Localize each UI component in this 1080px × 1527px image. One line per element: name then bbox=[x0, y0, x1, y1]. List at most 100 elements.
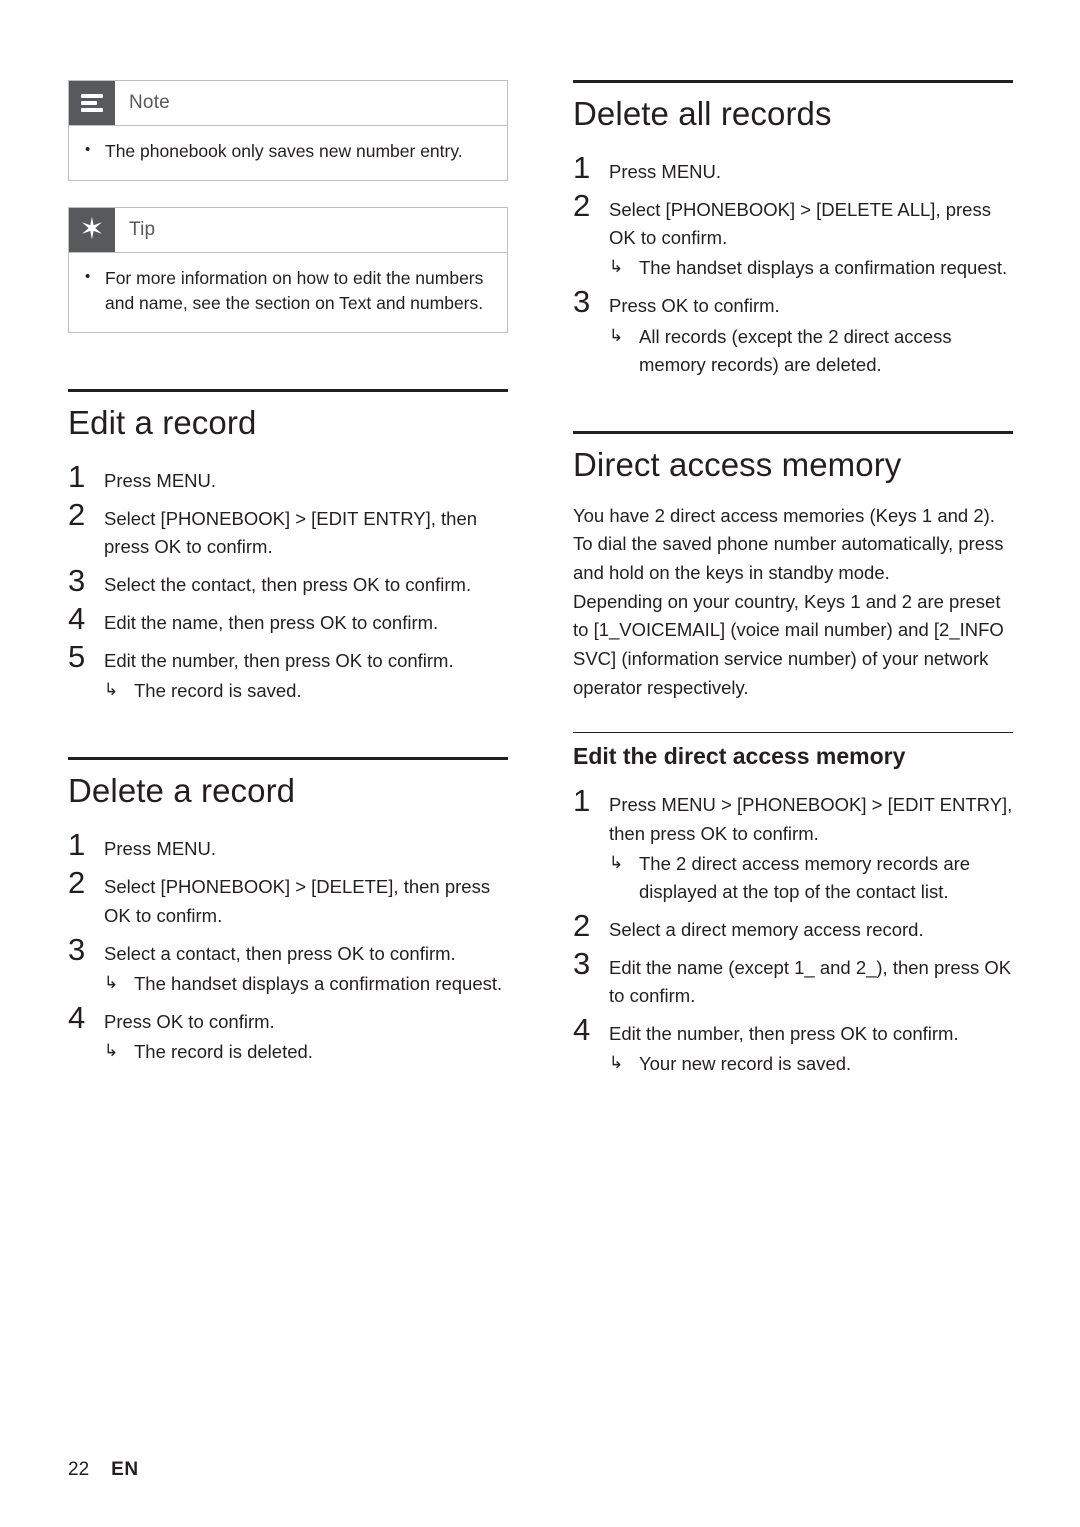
note-bullet-text: The phonebook only saves new number entr… bbox=[105, 141, 463, 161]
step-item: 4 Edit the number, then press OK to conf… bbox=[573, 1013, 1013, 1078]
steps-edit-direct-access-memory: 1 Press MENU > [PHONEBOOK] > [EDIT ENTRY… bbox=[573, 784, 1013, 1078]
step-result: ↳ The handset displays a confirmation re… bbox=[104, 970, 502, 998]
section-title-delete-all-records: Delete all records bbox=[573, 95, 832, 132]
step-number: 4 bbox=[68, 999, 86, 1035]
step-number: 3 bbox=[573, 284, 591, 320]
step-item: 1 Press MENU. bbox=[68, 458, 508, 495]
step-text: Select a contact, then press OK to confi… bbox=[104, 942, 456, 964]
step-result-text: The record is saved. bbox=[134, 680, 302, 702]
step-result-text: The 2 direct access memory records are d… bbox=[639, 852, 971, 902]
step-result-text: The handset displays a confirmation requ… bbox=[639, 257, 1008, 279]
section-delete-a-record: Delete a record 1 Press MENU. 2 Select [… bbox=[68, 757, 508, 1066]
bullet-marker: • bbox=[85, 141, 91, 158]
note-icon bbox=[69, 81, 115, 125]
steps-delete-all-records: 1 Press MENU. 2 Select [PHONEBOOK] > [DE… bbox=[573, 150, 1013, 379]
result-arrow-icon: ↳ bbox=[104, 972, 119, 992]
section-divider bbox=[573, 430, 1013, 434]
step-result: ↳ All records (except the 2 direct acces… bbox=[609, 323, 1013, 379]
step-item: 3 Select a contact, then press OK to con… bbox=[68, 931, 508, 998]
step-text: Select [PHONEBOOK] > [DELETE], then pres… bbox=[104, 876, 491, 926]
manual-page: Note • The phonebook only saves new numb… bbox=[0, 0, 1080, 1527]
step-item: 5 Edit the number, then press OK to conf… bbox=[68, 640, 508, 705]
step-number: 5 bbox=[68, 639, 86, 675]
subsection-divider bbox=[573, 732, 1013, 734]
step-result-text: All records (except the 2 direct access … bbox=[639, 325, 952, 375]
tip-box-title: Tip bbox=[129, 218, 156, 240]
section-divider bbox=[68, 757, 508, 761]
step-item: 3 Press OK to confirm. ↳ All records (ex… bbox=[573, 285, 1013, 378]
step-text: Press OK to confirm. bbox=[104, 1010, 275, 1032]
section-divider bbox=[68, 388, 508, 392]
note-box-header: Note bbox=[69, 81, 507, 126]
step-number: 3 bbox=[68, 562, 86, 598]
step-item: 2 Select [PHONEBOOK] > [DELETE], then pr… bbox=[68, 866, 508, 929]
left-column: Note • The phonebook only saves new numb… bbox=[68, 80, 508, 1070]
step-item: 3 Select the contact, then press OK to c… bbox=[68, 562, 508, 599]
subsection-title-edit-direct-access-memory: Edit the direct access memory bbox=[573, 743, 906, 770]
step-number: 2 bbox=[573, 907, 591, 943]
step-text: Edit the number, then press OK to confir… bbox=[104, 650, 454, 672]
step-number: 1 bbox=[573, 150, 591, 185]
step-result: ↳ The 2 direct access memory records are… bbox=[609, 850, 1013, 906]
steps-edit-a-record: 1 Press MENU. 2 Select [PHONEBOOK] > [ED… bbox=[68, 458, 508, 706]
page-footer: 22 EN bbox=[68, 1459, 139, 1481]
step-result-text: The record is deleted. bbox=[134, 1040, 313, 1062]
section-direct-access-memory: Direct access memory You have 2 direct a… bbox=[573, 430, 1013, 1079]
step-number: 2 bbox=[68, 865, 86, 901]
step-text: Edit the name, then press OK to confirm. bbox=[104, 611, 439, 633]
step-item: 4 Edit the name, then press OK to confir… bbox=[68, 600, 508, 637]
step-number: 3 bbox=[573, 946, 591, 982]
step-item: 4 Press OK to confirm. ↳ The record is d… bbox=[68, 999, 508, 1066]
step-result: ↳ The record is saved. bbox=[104, 677, 454, 705]
step-item: 2 Select a direct memory access record. bbox=[573, 907, 1013, 944]
page-number: 22 bbox=[68, 1459, 90, 1480]
section-edit-a-record: Edit a record 1 Press MENU. 2 Select [PH… bbox=[68, 388, 508, 706]
section-title-direct-access-memory: Direct access memory bbox=[573, 445, 902, 483]
note-box: Note • The phonebook only saves new numb… bbox=[68, 80, 508, 181]
tip-icon: ✶ bbox=[69, 207, 115, 252]
step-number: 1 bbox=[68, 827, 86, 863]
step-item: 2 Select [PHONEBOOK] > [DELETE ALL], pre… bbox=[573, 189, 1013, 282]
step-result-text: Your new record is saved. bbox=[639, 1053, 852, 1075]
step-item: 1 Press MENU. bbox=[573, 150, 1013, 186]
step-item: 1 Press MENU. bbox=[68, 828, 508, 863]
result-arrow-icon: ↳ bbox=[609, 257, 624, 277]
step-item: 2 Select [PHONEBOOK] > [EDIT ENTRY], the… bbox=[68, 497, 508, 561]
step-number: 3 bbox=[68, 931, 86, 967]
result-arrow-icon: ↳ bbox=[104, 1040, 119, 1060]
result-arrow-icon: ↳ bbox=[609, 1053, 624, 1073]
result-arrow-icon: ↳ bbox=[104, 680, 119, 700]
bullet-marker: • bbox=[85, 267, 91, 285]
step-number: 1 bbox=[68, 458, 86, 494]
section-delete-all-records: Delete all records 1 Press MENU. 2 Selec… bbox=[573, 80, 1013, 379]
step-text: Select a direct memory access record. bbox=[609, 918, 924, 940]
step-text: Edit the name (except 1_ and 2_), then p… bbox=[609, 957, 1012, 1007]
step-text: Edit the number, then press OK to confir… bbox=[609, 1023, 959, 1045]
page-language-code: EN bbox=[111, 1459, 139, 1480]
step-result: ↳ Your new record is saved. bbox=[609, 1050, 959, 1078]
section-divider bbox=[573, 80, 1013, 83]
step-result: ↳ The handset displays a confirmation re… bbox=[609, 254, 1013, 282]
step-number: 4 bbox=[68, 600, 86, 636]
result-arrow-icon: ↳ bbox=[609, 852, 624, 872]
tip-box: ✶ Tip • For more information on how to e… bbox=[68, 206, 508, 333]
section-title-delete-a-record: Delete a record bbox=[68, 772, 296, 810]
tip-box-header: ✶ Tip bbox=[69, 207, 507, 253]
note-bullet-item: • The phonebook only saves new number en… bbox=[85, 139, 491, 164]
step-text: Select [PHONEBOOK] > [EDIT ENTRY], then … bbox=[104, 507, 478, 557]
section-title-edit-a-record: Edit a record bbox=[68, 403, 257, 441]
step-number: 2 bbox=[573, 188, 591, 224]
step-item: 3 Edit the name (except 1_ and 2_), then… bbox=[573, 946, 1013, 1010]
direct-access-paragraph-1: You have 2 direct access memories (Keys … bbox=[573, 504, 1004, 584]
step-text: Press MENU. bbox=[609, 161, 722, 182]
step-text: Select the contact, then press OK to con… bbox=[104, 573, 472, 595]
step-text: Press MENU. bbox=[104, 838, 217, 860]
tip-box-body: • For more information on how to edit th… bbox=[69, 253, 507, 332]
note-box-title: Note bbox=[129, 92, 170, 113]
result-arrow-icon: ↳ bbox=[609, 325, 624, 345]
right-column: Delete all records 1 Press MENU. 2 Selec… bbox=[573, 80, 1013, 1082]
step-number: 1 bbox=[573, 783, 591, 819]
step-text: Press OK to confirm. bbox=[609, 295, 780, 317]
steps-delete-a-record: 1 Press MENU. 2 Select [PHONEBOOK] > [DE… bbox=[68, 828, 508, 1066]
tip-bullet-text: For more information on how to edit the … bbox=[105, 267, 484, 313]
